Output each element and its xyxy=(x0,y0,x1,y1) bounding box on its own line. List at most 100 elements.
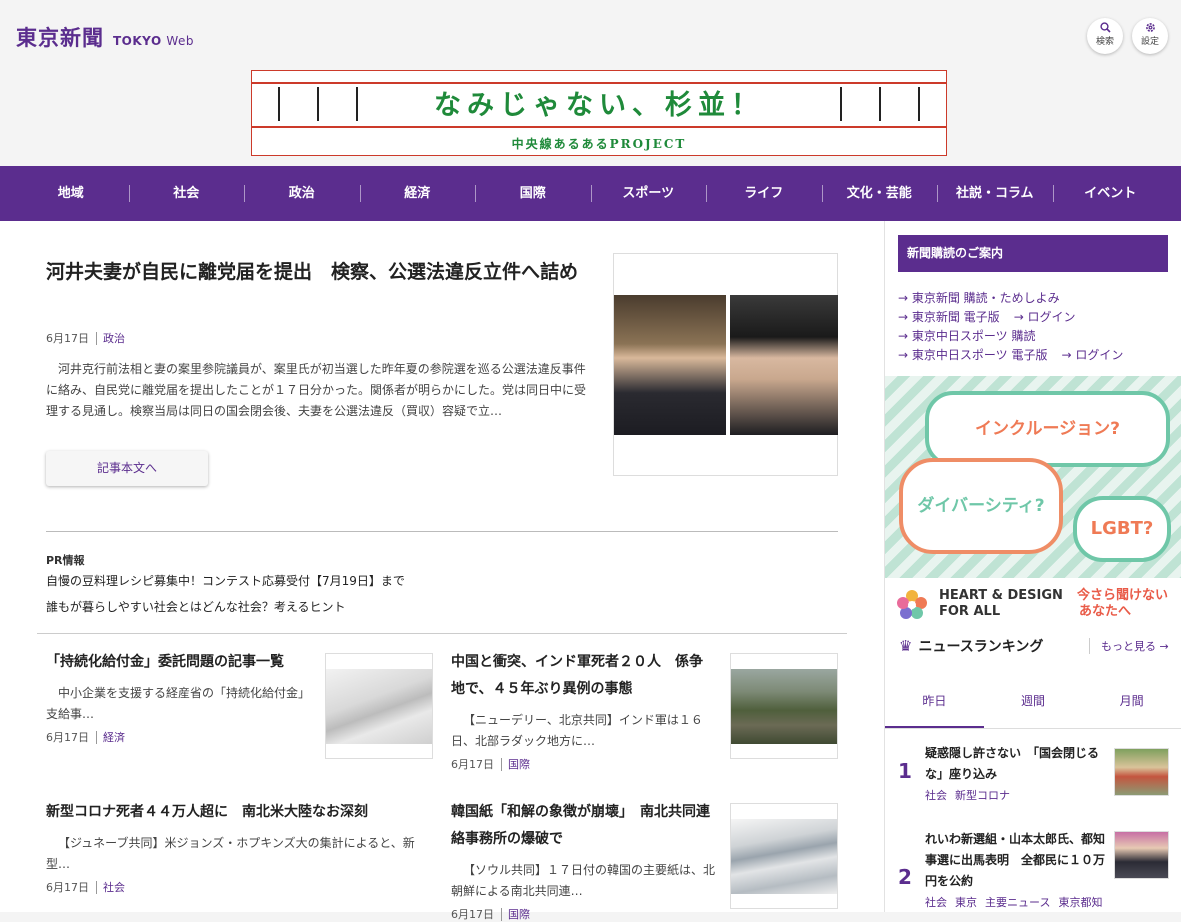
article-card-meta: 6月17日 国際 xyxy=(451,756,715,772)
category-nav: 地域 社会 政治 経済 国際 スポーツ ライフ 文化・芸能 社説・コラム イベン… xyxy=(0,166,1181,221)
ranking-heading: ♛ ニュースランキング xyxy=(899,636,1043,656)
article-card-meta: 6月17日 国際 xyxy=(451,906,715,922)
pr-heading: PR情報 xyxy=(46,554,85,567)
ranking-number: 2 xyxy=(898,865,912,889)
subscribe-link[interactable]: → 東京新聞 電子版 xyxy=(898,310,1000,324)
subscribe-link[interactable]: → 東京中日スポーツ 購読 xyxy=(898,329,1035,343)
nav-item-shakai[interactable]: 社会 xyxy=(128,166,245,221)
promo-banner[interactable]: なみじゃない、杉並！ 中央線あるあるPROJECT xyxy=(251,70,947,156)
ranking-tag[interactable]: 社会 xyxy=(925,789,947,802)
search-icon xyxy=(1087,22,1123,36)
ranking-heading-label: ニュースランキング xyxy=(918,639,1044,655)
ranking-thumbnail[interactable] xyxy=(1114,831,1169,879)
lead-article-title[interactable]: 河井夫妻が自民に離党届を提出 検察、公選法違反立件へ詰め xyxy=(46,255,596,289)
article-category[interactable]: 国際 xyxy=(501,757,530,771)
settings-button[interactable]: 設定 xyxy=(1132,18,1168,54)
nav-item-seiji[interactable]: 政治 xyxy=(244,166,360,221)
ranking-item[interactable]: 2 れいわ新選組・山本太郎氏、都知事選に出馬表明 全都民に１０万円を公約 社会東… xyxy=(885,827,1181,912)
article-card-summary: 【ニューデリー、北京共同】インド軍は１６日、北部ラダック地方に… xyxy=(451,713,703,748)
tab-yesterday[interactable]: 昨日 xyxy=(885,675,984,728)
subscribe-link[interactable]: → 東京新聞 購読・ためしよみ xyxy=(898,291,1060,305)
article-card-thumbnail[interactable] xyxy=(730,653,838,759)
article-card[interactable]: 韓国紙「和解の象徴が崩壊」 南北共同連絡事務所の爆破で 【ソウル共同】１７日付の… xyxy=(451,799,715,922)
ad-footer: HEART & DESIGN FOR ALL 今さら聞けない あなたへ xyxy=(885,578,1181,628)
article-card[interactable]: 新型コロナ死者４４万人超に 南北米大陸なお深刻 【ジュネーブ共同】米ジョンズ・ホ… xyxy=(46,799,416,895)
nav-item-chiiki[interactable]: 地域 xyxy=(13,166,129,221)
ad-tagline: 今さら聞けない あなたへ xyxy=(1077,588,1168,620)
login-link[interactable]: → ログイン xyxy=(1014,310,1076,324)
ranking-tag[interactable]: 東京 xyxy=(955,896,977,909)
article-card[interactable]: 「持続化給付金」委託問題の記事一覧 中小企業を支援する経産省の「持続化給付金」支… xyxy=(46,649,308,745)
ranking-tabs: 昨日 週間 月間 xyxy=(885,675,1181,729)
article-category[interactable]: 政治 xyxy=(96,331,125,345)
logo-text-en-bold: TOKYO xyxy=(113,34,162,48)
ad-tagline-line: 今さら聞けない xyxy=(1077,588,1169,603)
article-card[interactable]: 中国と衝突、インド軍死者２０人 係争地で、４５年ぶり異例の事態 【ニューデリー、… xyxy=(451,649,715,772)
article-card-title[interactable]: 新型コロナ死者４４万人超に 南北米大陸なお深刻 xyxy=(46,799,416,826)
article-category[interactable]: 社会 xyxy=(96,880,125,894)
sidebar: 新聞購読のご案内 → 東京新聞 購読・ためしよみ → 東京新聞 電子版 → ログイ… xyxy=(884,221,1181,912)
ranking-tags: 社会 東京 主要ニュース 東京都知 xyxy=(925,894,1110,910)
gear-icon xyxy=(1132,22,1168,36)
article-date: 6月17日 xyxy=(46,731,89,744)
logo-text-jp: 東京新聞 xyxy=(16,25,104,50)
logo-text-en-web: Web xyxy=(166,34,195,48)
nav-item-life[interactable]: ライフ xyxy=(706,166,822,221)
article-date: 6月17日 xyxy=(451,758,494,771)
photo-portrait-woman xyxy=(730,295,838,435)
subscribe-link[interactable]: → 東京中日スポーツ 電子版 xyxy=(898,348,1047,362)
article-card-thumbnail[interactable] xyxy=(730,803,838,909)
article-card-title[interactable]: 韓国紙「和解の象徴が崩壊」 南北共同連絡事務所の爆破で xyxy=(451,799,715,853)
site-logo[interactable]: 東京新聞 TOKYO Web xyxy=(16,22,194,52)
article-card-summary: 中小企業を支援する経産省の「持続化給付金」支給事… xyxy=(46,686,305,721)
heart-design-logo-icon xyxy=(897,590,927,619)
ranking-item[interactable]: 1 疑惑隠し許さない 「国会閉じるな」座り込み 社会 新型コロナ xyxy=(885,739,1181,811)
search-button[interactable]: 検索 xyxy=(1087,18,1123,54)
nav-item-culture[interactable]: 文化・芸能 xyxy=(821,166,938,221)
ranking-title[interactable]: 疑惑隠し許さない 「国会閉じるな」座り込み xyxy=(925,743,1105,785)
article-card-thumbnail[interactable] xyxy=(325,653,433,759)
lead-article-meta: 6月17日 政治 xyxy=(46,330,125,346)
tab-monthly[interactable]: 月間 xyxy=(1082,675,1181,728)
ranking-tag[interactable]: 社会 xyxy=(925,896,947,909)
ranking-title[interactable]: れいわ新選組・山本太郎氏、都知事選に出馬表明 全都民に１０万円を公約 xyxy=(925,829,1105,892)
article-card-meta: 6月17日 社会 xyxy=(46,879,416,895)
subscribe-links: → 東京新聞 購読・ためしよみ → 東京新聞 電子版 → ログイン → 東京中日ス… xyxy=(898,289,1123,365)
logo-text-en: TOKYO Web xyxy=(113,34,194,48)
login-link[interactable]: → ログイン xyxy=(1061,348,1123,362)
tab-weekly[interactable]: 週間 xyxy=(984,675,1083,728)
read-article-button[interactable]: 記事本文へ xyxy=(46,451,208,486)
article-card-title[interactable]: 中国と衝突、インド軍死者２０人 係争地で、４５年ぶり異例の事態 xyxy=(451,649,715,703)
ad-bubble: ダイバーシティ? xyxy=(899,458,1063,554)
ad-tagline-line: あなたへ xyxy=(1079,604,1132,619)
sidebar-ad[interactable]: インクルージョン? ダイバーシティ? LGBT? HEART & DESIGN … xyxy=(885,376,1181,628)
pr-link[interactable]: 誰もが暮らしやすい社会とはどんな社会？考えるヒント xyxy=(46,598,346,615)
ad-brand-line: FOR ALL xyxy=(939,604,1001,619)
pr-link[interactable]: 自慢の豆料理レシピ募集中！コンテスト応募受付【7月19日】まで xyxy=(46,572,405,589)
nav-item-keizai[interactable]: 経済 xyxy=(359,166,476,221)
subscribe-heading: 新聞購読のご案内 xyxy=(898,235,1168,272)
banner-subtitle: 中央線あるあるPROJECT xyxy=(511,137,687,151)
nav-item-sports[interactable]: スポーツ xyxy=(590,166,707,221)
ranking-more-link[interactable]: もっと見る → xyxy=(1089,638,1169,654)
ranking-tag[interactable]: 新型コロナ xyxy=(955,789,1010,802)
nav-item-event[interactable]: イベント xyxy=(1052,166,1169,221)
nav-item-editorial[interactable]: 社説・コラム xyxy=(937,166,1053,221)
ranking-thumbnail[interactable] xyxy=(1114,748,1169,796)
ranking-tag[interactable]: 主要ニュース xyxy=(985,896,1050,909)
mountain-camp-photo xyxy=(731,669,837,744)
article-card-summary: 【ソウル共同】１７日付の韓国の主要紙は、北朝鮮による南北共同連… xyxy=(451,863,716,898)
lead-article-summary: 河井克行前法相と妻の案里参院議員が、案里氏が初当選した昨年夏の参院選を巡る公選法… xyxy=(46,362,587,418)
banner-title: なみじゃない、杉並！ xyxy=(434,90,764,121)
article-category[interactable]: 国際 xyxy=(501,907,530,921)
ranking-tag[interactable]: 東京都知 xyxy=(1058,896,1102,909)
article-date: 6月17日 xyxy=(46,881,89,894)
article-card-title[interactable]: 「持続化給付金」委託問題の記事一覧 xyxy=(46,649,308,676)
search-label: 検索 xyxy=(1095,37,1114,47)
main-content: 河井夫妻が自民に離党届を提出 検察、公選法違反立件へ詰め 6月17日 政治 河井… xyxy=(0,221,884,921)
lead-article-photo[interactable] xyxy=(613,253,838,476)
ad-bubble: インクルージョン? xyxy=(925,391,1170,467)
nav-item-kokusai[interactable]: 国際 xyxy=(475,166,591,221)
ad-brand: HEART & DESIGN FOR ALL xyxy=(939,588,1063,620)
article-category[interactable]: 経済 xyxy=(96,730,125,744)
